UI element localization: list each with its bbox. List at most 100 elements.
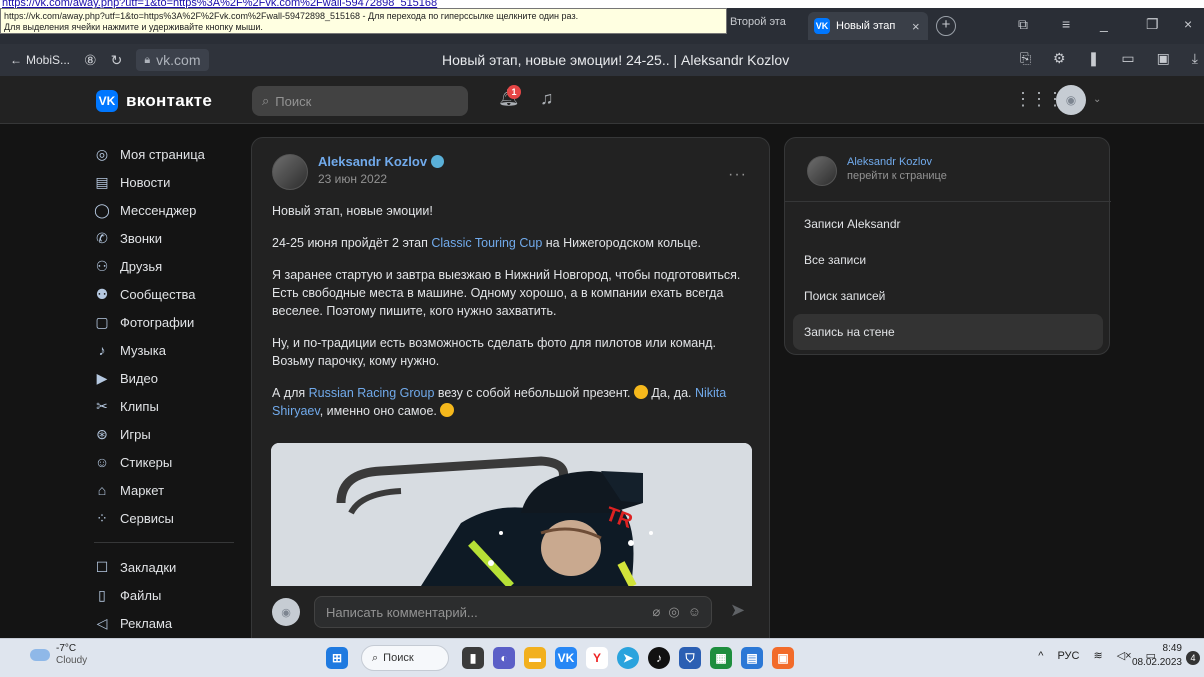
nav-item-clips[interactable]: ✂ Клипы [94, 392, 244, 420]
clock[interactable]: 8:49 08.02.2023 [1132, 642, 1182, 670]
search-input[interactable]: ⌕ Поиск [252, 86, 468, 116]
attach-icon[interactable]: ⌀ [653, 604, 661, 620]
back-button[interactable]: ← MobiS... [10, 53, 70, 67]
top-link[interactable]: https://vk.com/away.php?utf=1&to=https%3… [0, 0, 1204, 8]
yandex-browser-icon[interactable]: Y [586, 647, 608, 669]
tab-active[interactable]: VK Новый этап × [808, 12, 928, 40]
telegram-icon[interactable]: ➤ [617, 647, 639, 669]
restore-icon[interactable]: ❐ [1146, 16, 1159, 33]
chevron-down-icon[interactable]: ⌄ [1093, 94, 1101, 105]
more-options-icon[interactable]: ··· [728, 166, 747, 184]
nav-item-groups[interactable]: ⚉ Сообщества [94, 280, 244, 308]
link-classic-touring-cup[interactable]: Classic Touring Cup [431, 236, 542, 250]
nav-label: Закладки [120, 559, 177, 575]
task-view-icon[interactable]: ▮ [462, 647, 484, 669]
user-avatar[interactable]: ◉ [1056, 85, 1086, 115]
music-player-icon[interactable]: ♫ [540, 88, 554, 109]
share-icon[interactable]: ⎘ [1020, 50, 1031, 67]
collections-icon[interactable]: ▣ [1157, 50, 1170, 67]
nav-label: Звонки [120, 230, 162, 246]
link-russian-racing-group[interactable]: Russian Racing Group [309, 386, 435, 400]
document-icon[interactable]: ▤ [741, 647, 763, 669]
stickers-icon: ☺ [94, 454, 110, 470]
nav-label: Файлы [120, 587, 162, 603]
reload-icon[interactable]: ↻ [111, 52, 123, 69]
right-name: Aleksandr Kozlov [847, 156, 932, 168]
security-shield-icon[interactable]: ⛉ [679, 647, 701, 669]
extensions-icon[interactable]: ⚙ [1053, 50, 1066, 67]
top-link-strip[interactable]: https://vk.com/away.php?utf=1&to=https%3… [0, 0, 1204, 8]
nav-item-market[interactable]: ⌂ Маркет [94, 476, 244, 504]
nav-item-services[interactable]: ⁘ Сервисы [94, 504, 244, 532]
spreadsheet-icon[interactable]: ▦ [710, 647, 732, 669]
photos-icon: ▢ [95, 313, 109, 330]
post-photo[interactable]: TR [271, 443, 752, 586]
domain-box[interactable]: 🔒︎ vk.com [136, 49, 209, 71]
battery-icon[interactable]: ▭ [1121, 50, 1134, 67]
nav-item-news[interactable]: ▤ Новости [94, 168, 244, 196]
nav-label: Музыка [120, 342, 166, 358]
download-icon[interactable]: ⤓ [1192, 50, 1198, 67]
text-span: на Нижегородском кольце. [542, 236, 701, 250]
post-date[interactable]: 23 июн 2022 [318, 172, 444, 186]
search-icon: ⌕ [372, 651, 379, 664]
tab-previous[interactable]: Второй эта [730, 16, 802, 28]
emoji-icon[interactable]: ☺ [688, 604, 701, 620]
weather-widget[interactable]: -7°C Cloudy [30, 643, 87, 667]
start-icon[interactable]: ⊞ [326, 647, 348, 669]
file-explorer-icon[interactable]: ▬ [524, 647, 546, 669]
tabs-menu-icon[interactable]: ⧉ [1018, 16, 1028, 33]
menu-item-search-posts[interactable]: Поиск записей [793, 278, 1103, 314]
language-indicator[interactable]: РУС [1057, 650, 1079, 662]
nav-item-friends[interactable]: ⚇ Друзья [94, 252, 244, 280]
nav-item-calls[interactable]: ✆ Звонки [94, 224, 244, 252]
menu-item-wall-post[interactable]: Запись на стене [793, 314, 1103, 350]
vk-logo-icon: VK [96, 90, 118, 112]
vk-logo[interactable]: VK вконтакте [96, 90, 212, 112]
wifi-icon[interactable]: ≋ [1093, 649, 1102, 662]
camera-icon[interactable]: ◎ [668, 604, 679, 620]
games-icon: ⊛ [96, 425, 108, 442]
new-tab-button[interactable]: + [936, 16, 956, 36]
minimize-icon[interactable]: _ [1100, 16, 1108, 32]
tray-expand-icon[interactable]: ^ [1038, 650, 1043, 662]
nav-item-ads[interactable]: ◁ Реклама [94, 609, 244, 637]
vk-messenger-icon[interactable]: VK [555, 647, 577, 669]
nav-item-files[interactable]: ▯ Файлы [94, 581, 244, 609]
menu-item-aleksandr-posts[interactable]: Записи Aleksandr [793, 206, 1103, 242]
photo-app-icon[interactable]: ▣ [772, 647, 794, 669]
nav-item-my-page[interactable]: ◎ Моя страница [94, 140, 244, 168]
clips-icon: ✂ [96, 397, 108, 414]
taskbar-search[interactable]: ⌕ Поиск [361, 645, 449, 671]
bookmark-icon[interactable]: ❚ [1088, 50, 1100, 67]
close-window-icon[interactable]: × [1184, 16, 1192, 32]
comment-input[interactable]: Написать комментарий... ⌀ ◎ ☺ [314, 596, 712, 628]
nav-item-messenger[interactable]: ◯ Мессенджер [94, 196, 244, 224]
menu-item-all-posts[interactable]: Все записи [793, 242, 1103, 278]
wall-post: Aleksandr Kozlov 23 июн 2022 ··· Новый э… [251, 137, 770, 657]
right-profile-link[interactable]: Aleksandr Kozlov перейти к странице [807, 156, 947, 186]
nav-item-bookmarks[interactable]: ☐ Закладки [94, 553, 244, 581]
nav-item-video[interactable]: ▶ Видео [94, 364, 244, 392]
volume-icon[interactable]: ◁× [1117, 649, 1132, 662]
tiktok-icon[interactable]: ♪ [648, 647, 670, 669]
apps-grid-icon[interactable]: ⋮⋮⋮ [1014, 89, 1064, 110]
author-name[interactable]: Aleksandr Kozlov [318, 154, 445, 169]
notification-center-icon[interactable]: 4 [1186, 651, 1200, 665]
teams-icon[interactable]: ◐ [493, 647, 515, 669]
author-avatar[interactable] [272, 154, 308, 190]
nav-item-music[interactable]: ♪ Музыка [94, 336, 244, 364]
protect-icon[interactable]: ⑧ [84, 52, 97, 69]
hamburger-menu-icon[interactable]: ≡ [1062, 16, 1070, 32]
send-icon[interactable]: ➤ [730, 600, 745, 621]
text-span: везу с собой небольшой презент. [434, 386, 634, 400]
nav-item-games[interactable]: ⊛ Игры [94, 420, 244, 448]
nav-item-stickers[interactable]: ☺ Стикеры [94, 448, 244, 476]
tab-close-icon[interactable]: × [912, 19, 920, 34]
vk-logo-text: вконтакте [126, 91, 213, 110]
nav-item-photos[interactable]: ▢ Фотографии [94, 308, 244, 336]
notifications-bell-icon[interactable]: 🔔︎ 1 [498, 85, 522, 112]
post-paragraph: А для Russian Racing Group везу с собой … [272, 384, 752, 420]
comment-actions: ⌀ ◎ ☺ [653, 604, 701, 620]
nav-label: Друзья [120, 258, 163, 274]
